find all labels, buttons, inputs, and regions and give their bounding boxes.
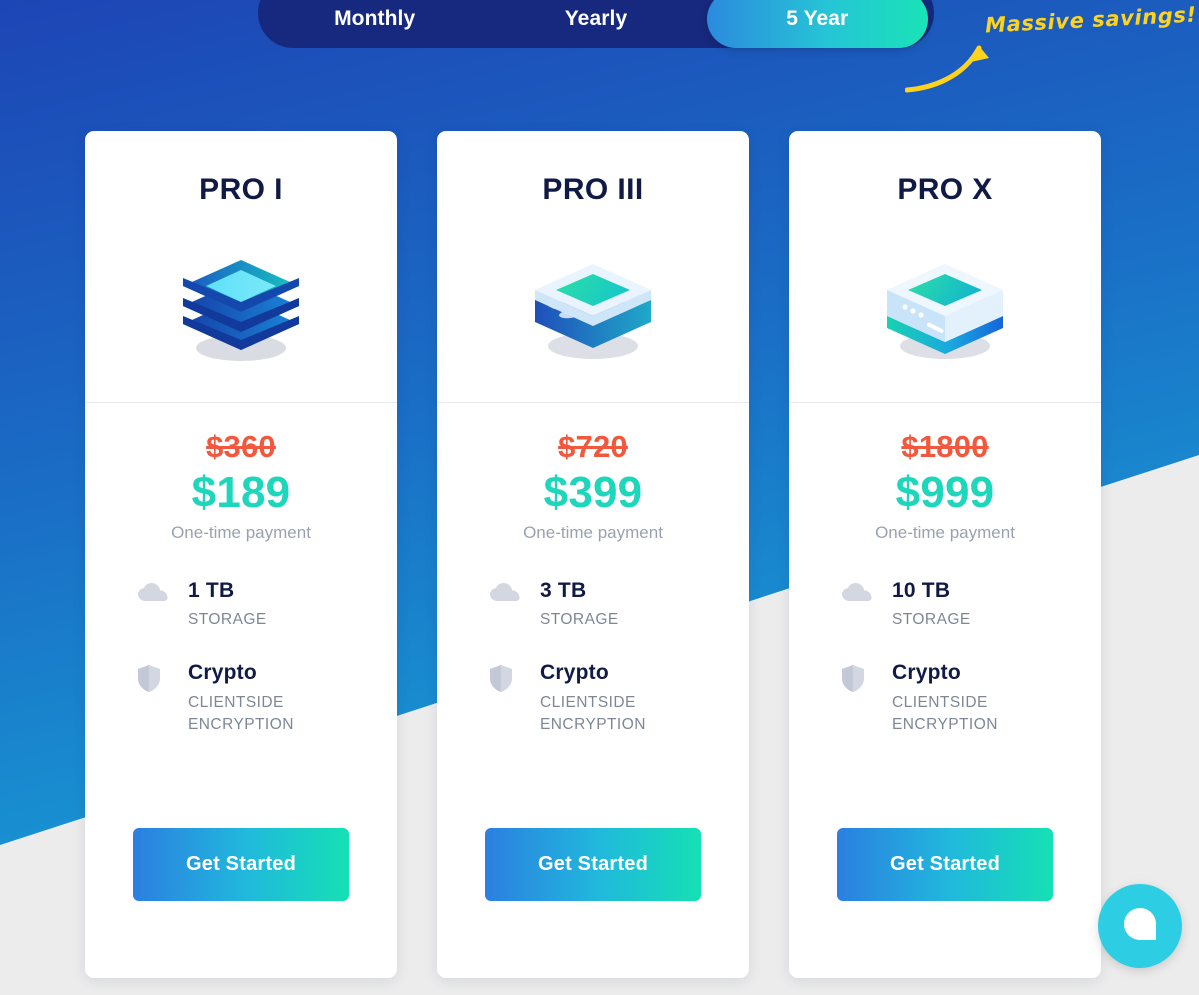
toggle-option-5-year[interactable]: 5 Year [706,0,928,48]
feature-storage: 10 TB STORAGE [842,579,1101,632]
feature-text: Crypto CLIENTSIDE ENCRYPTION [876,661,998,736]
feature-list: 1 TB STORAGE Crypto CLIENTSIDE ENCRYPTIO… [85,579,397,767]
cta-wrap: Get Started [437,828,749,901]
price-block: $360 $189 One-time payment [171,429,311,543]
feature-value: Crypto [892,661,961,685]
feature-text: Crypto CLIENTSIDE ENCRYPTION [172,661,294,736]
original-price: $360 [206,429,276,464]
toggle-option-yearly-label: Yearly [564,7,628,30]
plan-title: PRO I [199,173,283,206]
feature-list: 10 TB STORAGE Crypto CLIENTSIDE ENCRYPTI… [789,579,1101,767]
feature-label: STORAGE [540,611,619,629]
feature-label: STORAGE [892,611,971,629]
current-price: $399 [543,468,643,517]
chat-widget-button[interactable] [1098,884,1182,968]
stacked-layers-icon [161,233,321,368]
cloud-icon [138,579,172,603]
shield-icon [842,661,876,693]
server-box-icon [865,233,1025,368]
get-started-button[interactable]: Get Started [485,828,701,901]
feature-text: 1 TB STORAGE [172,579,267,632]
feature-text: 3 TB STORAGE [524,579,619,632]
chat-bubble-icon [1122,906,1158,947]
feature-value: 1 TB [188,578,235,602]
card-divider [789,402,1101,403]
toggle-track: Monthly Yearly 5 Year [258,0,934,48]
plan-title: PRO III [542,173,644,206]
feature-value: 10 TB [892,578,951,602]
feature-label: CLIENTSIDE ENCRYPTION [540,693,646,734]
get-started-button[interactable]: Get Started [133,828,349,901]
current-price: $999 [895,468,995,517]
cloud-icon [490,579,524,603]
payment-note: One-time payment [171,522,311,542]
cloud-icon [842,579,876,603]
pricing-page: Monthly Yearly 5 Year Massive savings! P… [0,0,1199,995]
liquid-box-icon [513,233,673,368]
feature-text: 10 TB STORAGE [876,579,971,632]
price-block: $720 $399 One-time payment [523,429,663,543]
toggle-option-5-year-label: 5 Year [786,7,849,30]
feature-storage: 1 TB STORAGE [138,579,397,632]
feature-list: 3 TB STORAGE Crypto CLIENTSIDE ENCRYPTIO… [437,579,749,767]
pricing-cards: PRO I $360 $189 One-time payment 1 TB ST… [85,131,1101,978]
shield-icon [138,661,172,693]
feature-value: 3 TB [540,578,587,602]
shield-icon [490,661,524,693]
original-price: $1800 [901,429,989,464]
cta-wrap: Get Started [789,828,1101,901]
payment-note: One-time payment [875,522,1015,542]
feature-encryption: Crypto CLIENTSIDE ENCRYPTION [138,661,397,736]
pricing-card-pro-3[interactable]: PRO III $720 $399 One-time payment 3 TB … [437,131,749,978]
cta-wrap: Get Started [85,828,397,901]
pricing-card-pro-x[interactable]: PRO X $1800 $999 One-time payment 10 TB … [789,131,1101,978]
toggle-option-monthly[interactable]: Monthly [264,0,485,48]
plan-title: PRO X [897,173,993,206]
billing-period-toggle[interactable]: Monthly Yearly 5 Year [258,0,934,48]
feature-encryption: Crypto CLIENTSIDE ENCRYPTION [842,661,1101,736]
current-price: $189 [191,468,291,517]
feature-label: CLIENTSIDE ENCRYPTION [892,693,998,734]
feature-value: Crypto [188,661,257,685]
price-block: $1800 $999 One-time payment [875,429,1015,543]
feature-label: STORAGE [188,611,267,629]
toggle-option-monthly-label: Monthly [334,7,416,30]
original-price: $720 [558,429,628,464]
card-divider [85,402,397,403]
payment-note: One-time payment [523,522,663,542]
feature-encryption: Crypto CLIENTSIDE ENCRYPTION [490,661,749,736]
curved-arrow-icon [904,28,1015,98]
card-divider [437,402,749,403]
feature-storage: 3 TB STORAGE [490,579,749,632]
toggle-option-yearly[interactable]: Yearly [485,0,706,48]
get-started-button[interactable]: Get Started [837,828,1053,901]
feature-label: CLIENTSIDE ENCRYPTION [188,693,294,734]
feature-text: Crypto CLIENTSIDE ENCRYPTION [524,661,646,736]
pricing-card-pro-1[interactable]: PRO I $360 $189 One-time payment 1 TB ST… [85,131,397,978]
feature-value: Crypto [540,661,609,685]
